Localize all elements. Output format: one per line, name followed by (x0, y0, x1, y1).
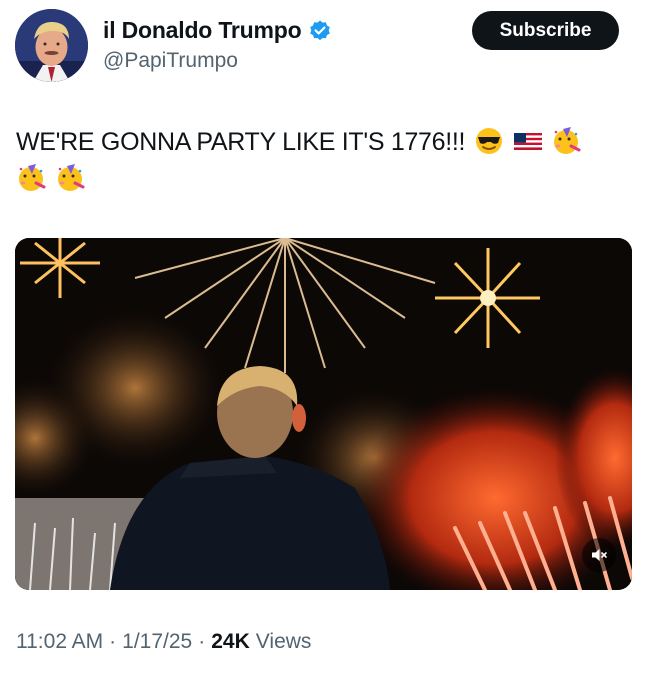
separator: · (109, 630, 117, 653)
partying-face-emoji (16, 163, 46, 193)
speaker-muted-icon (592, 549, 607, 561)
author-name-row: il Donaldo Trumpo (103, 17, 332, 44)
avatar[interactable] (15, 9, 88, 82)
author-display-name[interactable]: il Donaldo Trumpo (103, 17, 302, 44)
views-count: 24K (211, 630, 250, 653)
subscribe-button[interactable]: Subscribe (472, 11, 619, 50)
verified-badge-icon[interactable] (308, 19, 332, 43)
fireworks-video-frame (15, 238, 632, 590)
us-flag-emoji (513, 126, 543, 156)
tweet-body: WE'RE GONNA PARTY LIKE IT'S 1776!!! (16, 128, 466, 156)
tweet-time[interactable]: 11:02 AM (16, 630, 103, 654)
partying-face-emoji (55, 163, 85, 193)
separator: · (198, 630, 206, 653)
mute-button[interactable] (582, 538, 616, 572)
sunglasses-face-emoji (474, 126, 504, 156)
tweet-date[interactable]: 1/17/25 (122, 630, 192, 654)
views-label: Views (255, 630, 312, 653)
tweet-text: WE'RE GONNA PARTY LIKE IT'S 1776!!! (16, 124, 626, 198)
tweet-meta: 11:02 AM · 1/17/25 · 24K Views (16, 630, 311, 654)
partying-face-emoji (551, 126, 581, 156)
tweet-video[interactable] (15, 238, 632, 590)
author-handle[interactable]: @PapiTrumpo (103, 49, 238, 73)
